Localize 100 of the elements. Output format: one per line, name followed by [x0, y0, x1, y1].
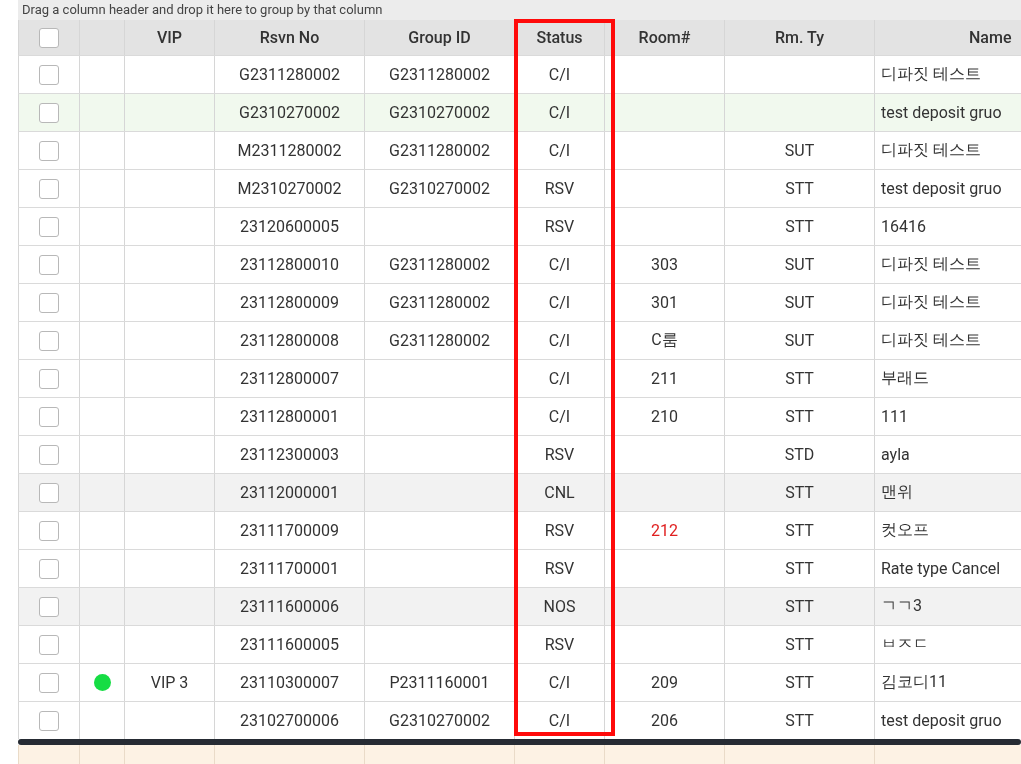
- table-cell: 디파짓 테스트: [881, 254, 981, 275]
- table-cell: ㄱㄱ3: [881, 596, 922, 617]
- column-header[interactable]: Rm. Ty: [724, 20, 874, 55]
- table-cell: Rate type Cancel: [881, 559, 1001, 578]
- table-cell: VIP 3: [150, 673, 189, 692]
- table-cell: test deposit gruo: [881, 711, 1002, 730]
- row-checkbox[interactable]: [39, 254, 59, 275]
- table-cell: 23112300003: [240, 445, 339, 464]
- table-cell: SUT: [784, 141, 815, 160]
- table-cell: 23112800007: [240, 369, 339, 388]
- table-cell: G2311280002: [389, 65, 490, 84]
- row-checkbox[interactable]: [39, 596, 59, 617]
- table-cell: STT: [785, 217, 814, 236]
- table-cell: 김코디11: [881, 672, 947, 693]
- table-cell: M2310270002: [237, 179, 342, 198]
- table-cell: 23111700001: [240, 559, 339, 578]
- table-row[interactable]: G2310270002 G2310270002 C/I test deposit gruo: [18, 93, 1021, 131]
- table-cell: test deposit gruo: [881, 103, 1002, 122]
- table-cell: NOS: [543, 597, 576, 616]
- table-cell: 23112800001: [240, 407, 339, 426]
- row-checkbox[interactable]: [39, 216, 59, 237]
- column-header[interactable]: Name: [874, 20, 1021, 55]
- table-cell: SUT: [784, 331, 815, 350]
- column-header[interactable]: Rsvn No: [214, 20, 364, 55]
- table-cell: 디파짓 테스트: [881, 330, 981, 351]
- table-cell: C/I: [548, 103, 571, 122]
- table-cell: 디파짓 테스트: [881, 64, 981, 85]
- table-cell: CNL: [544, 483, 575, 502]
- table-cell: 212: [651, 521, 678, 540]
- table-cell: M2311280002: [237, 141, 342, 160]
- row-checkbox[interactable]: [39, 672, 59, 693]
- table-cell: 부래드: [881, 368, 929, 389]
- table-cell: C/I: [548, 255, 571, 274]
- table-cell: STT: [785, 711, 814, 730]
- table-cell: G2311280002: [389, 331, 490, 350]
- row-checkbox[interactable]: [39, 64, 59, 85]
- table-cell: SUT: [784, 255, 815, 274]
- table-cell: P2311160001: [389, 673, 490, 692]
- table-cell: ㅂㅈㄷ: [881, 634, 929, 655]
- row-checkbox[interactable]: [39, 292, 59, 313]
- table-row[interactable]: 23111600006 NOS STT ㄱㄱ3: [18, 587, 1021, 625]
- table-cell: G2310270002: [389, 711, 490, 730]
- column-header[interactable]: Group ID: [364, 20, 514, 55]
- row-checkbox[interactable]: [39, 406, 59, 427]
- table-cell: 23111600005: [240, 635, 339, 654]
- table-cell: STT: [785, 673, 814, 692]
- select-all-checkbox[interactable]: [39, 27, 59, 48]
- table-cell: RSV: [544, 179, 575, 198]
- table-cell: C/I: [548, 711, 571, 730]
- table-cell: 23112800010: [240, 255, 339, 274]
- column-header[interactable]: Room#: [604, 20, 724, 55]
- table-cell: test deposit gruo: [881, 179, 1002, 198]
- table-cell: G2311280002: [389, 255, 490, 274]
- table-cell: RSV: [544, 445, 575, 464]
- table-cell: STT: [785, 635, 814, 654]
- table-cell: 23112800008: [240, 331, 339, 350]
- table-cell: 209: [651, 673, 678, 692]
- table-cell: 디파짓 테스트: [881, 292, 981, 313]
- table-cell: C/I: [548, 369, 571, 388]
- table-cell: C/I: [548, 407, 571, 426]
- table-cell: C/I: [548, 331, 571, 350]
- table-cell: STT: [785, 521, 814, 540]
- column-header[interactable]: Status: [514, 20, 604, 55]
- table-cell: STD: [784, 445, 815, 464]
- table-cell: G2311280002: [389, 293, 490, 312]
- row-checkbox[interactable]: [39, 330, 59, 351]
- row-checkbox[interactable]: [39, 102, 59, 123]
- table-cell: STT: [785, 369, 814, 388]
- table-cell: 컷오프: [881, 520, 929, 541]
- table-cell: STT: [785, 597, 814, 616]
- table-cell: RSV: [544, 521, 575, 540]
- table-cell: 211: [651, 369, 678, 388]
- row-checkbox[interactable]: [39, 368, 59, 389]
- table-cell: SUT: [784, 293, 815, 312]
- row-checkbox[interactable]: [39, 444, 59, 465]
- row-checkbox[interactable]: [39, 482, 59, 503]
- table-cell: G2311280002: [389, 141, 490, 160]
- row-checkbox[interactable]: [39, 634, 59, 655]
- table-cell: C/I: [548, 293, 571, 312]
- table-cell: 23102700006: [240, 711, 339, 730]
- table-cell: G2310270002: [389, 179, 490, 198]
- table-cell: RSV: [544, 559, 575, 578]
- row-checkbox[interactable]: [39, 558, 59, 579]
- horizontal-scrollbar[interactable]: [18, 739, 1021, 745]
- row-checkbox[interactable]: [39, 178, 59, 199]
- table-cell: C/I: [548, 141, 571, 160]
- table-cell: 맨위: [881, 482, 913, 503]
- table-cell: RSV: [544, 635, 575, 654]
- table-cell: 23120600005: [240, 217, 339, 236]
- table-cell: C/I: [548, 673, 571, 692]
- table-cell: STT: [785, 559, 814, 578]
- table-cell: G2311280002: [239, 65, 340, 84]
- table-cell: 23110300007: [240, 673, 339, 692]
- row-checkbox[interactable]: [39, 520, 59, 541]
- table-row[interactable]: 23112000001 CNL STT 맨위: [18, 473, 1021, 511]
- row-checkbox[interactable]: [39, 710, 59, 731]
- table-cell: STT: [785, 407, 814, 426]
- row-checkbox[interactable]: [39, 140, 59, 161]
- column-header[interactable]: VIP: [124, 20, 214, 55]
- table-cell: 206: [651, 711, 678, 730]
